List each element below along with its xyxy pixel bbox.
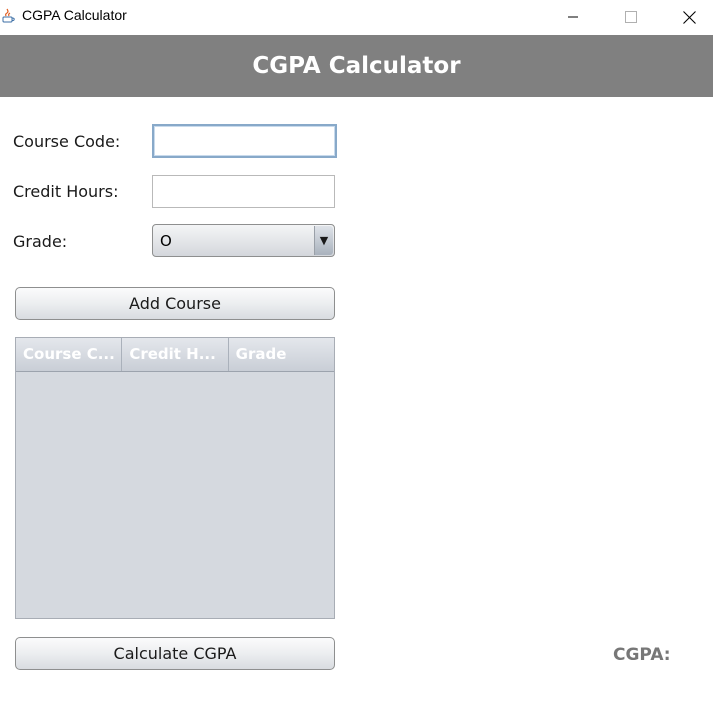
- credit-hours-label: Credit Hours:: [13, 182, 119, 201]
- minimize-icon: [568, 16, 578, 18]
- cgpa-result-label: CGPA:: [613, 645, 671, 665]
- table-header: Course C... Credit H... Grade: [16, 338, 334, 372]
- grade-dropdown[interactable]: O ▼: [152, 224, 335, 257]
- column-header-credit-hours[interactable]: Credit H...: [122, 338, 229, 371]
- grade-selected-value: O: [160, 231, 172, 250]
- courses-table: Course C... Credit H... Grade: [15, 337, 335, 619]
- minimize-button[interactable]: [544, 0, 602, 34]
- course-code-field[interactable]: [152, 124, 337, 158]
- page-title: CGPA Calculator: [252, 53, 461, 79]
- dropdown-arrow-icon[interactable]: ▼: [314, 226, 333, 255]
- calculate-cgpa-button[interactable]: Calculate CGPA: [15, 637, 335, 670]
- maximize-button[interactable]: [602, 0, 660, 34]
- add-course-button[interactable]: Add Course: [15, 287, 335, 320]
- table-body[interactable]: [16, 372, 334, 619]
- column-header-course-code[interactable]: Course C...: [16, 338, 123, 371]
- column-header-grade[interactable]: Grade: [229, 338, 334, 371]
- window-title: CGPA Calculator: [22, 7, 127, 23]
- close-button[interactable]: [660, 0, 714, 34]
- title-bar: CGPA Calculator: [0, 0, 714, 34]
- java-app-icon: [0, 8, 16, 24]
- credit-hours-field[interactable]: [152, 175, 335, 208]
- close-icon: [682, 10, 696, 24]
- course-code-label: Course Code:: [13, 132, 121, 151]
- app-window: CGPA Calculator CGPA Calculator Course C…: [0, 0, 714, 711]
- maximize-icon: [625, 11, 637, 23]
- header-banner: CGPA Calculator: [0, 35, 713, 97]
- grade-label: Grade:: [13, 232, 68, 251]
